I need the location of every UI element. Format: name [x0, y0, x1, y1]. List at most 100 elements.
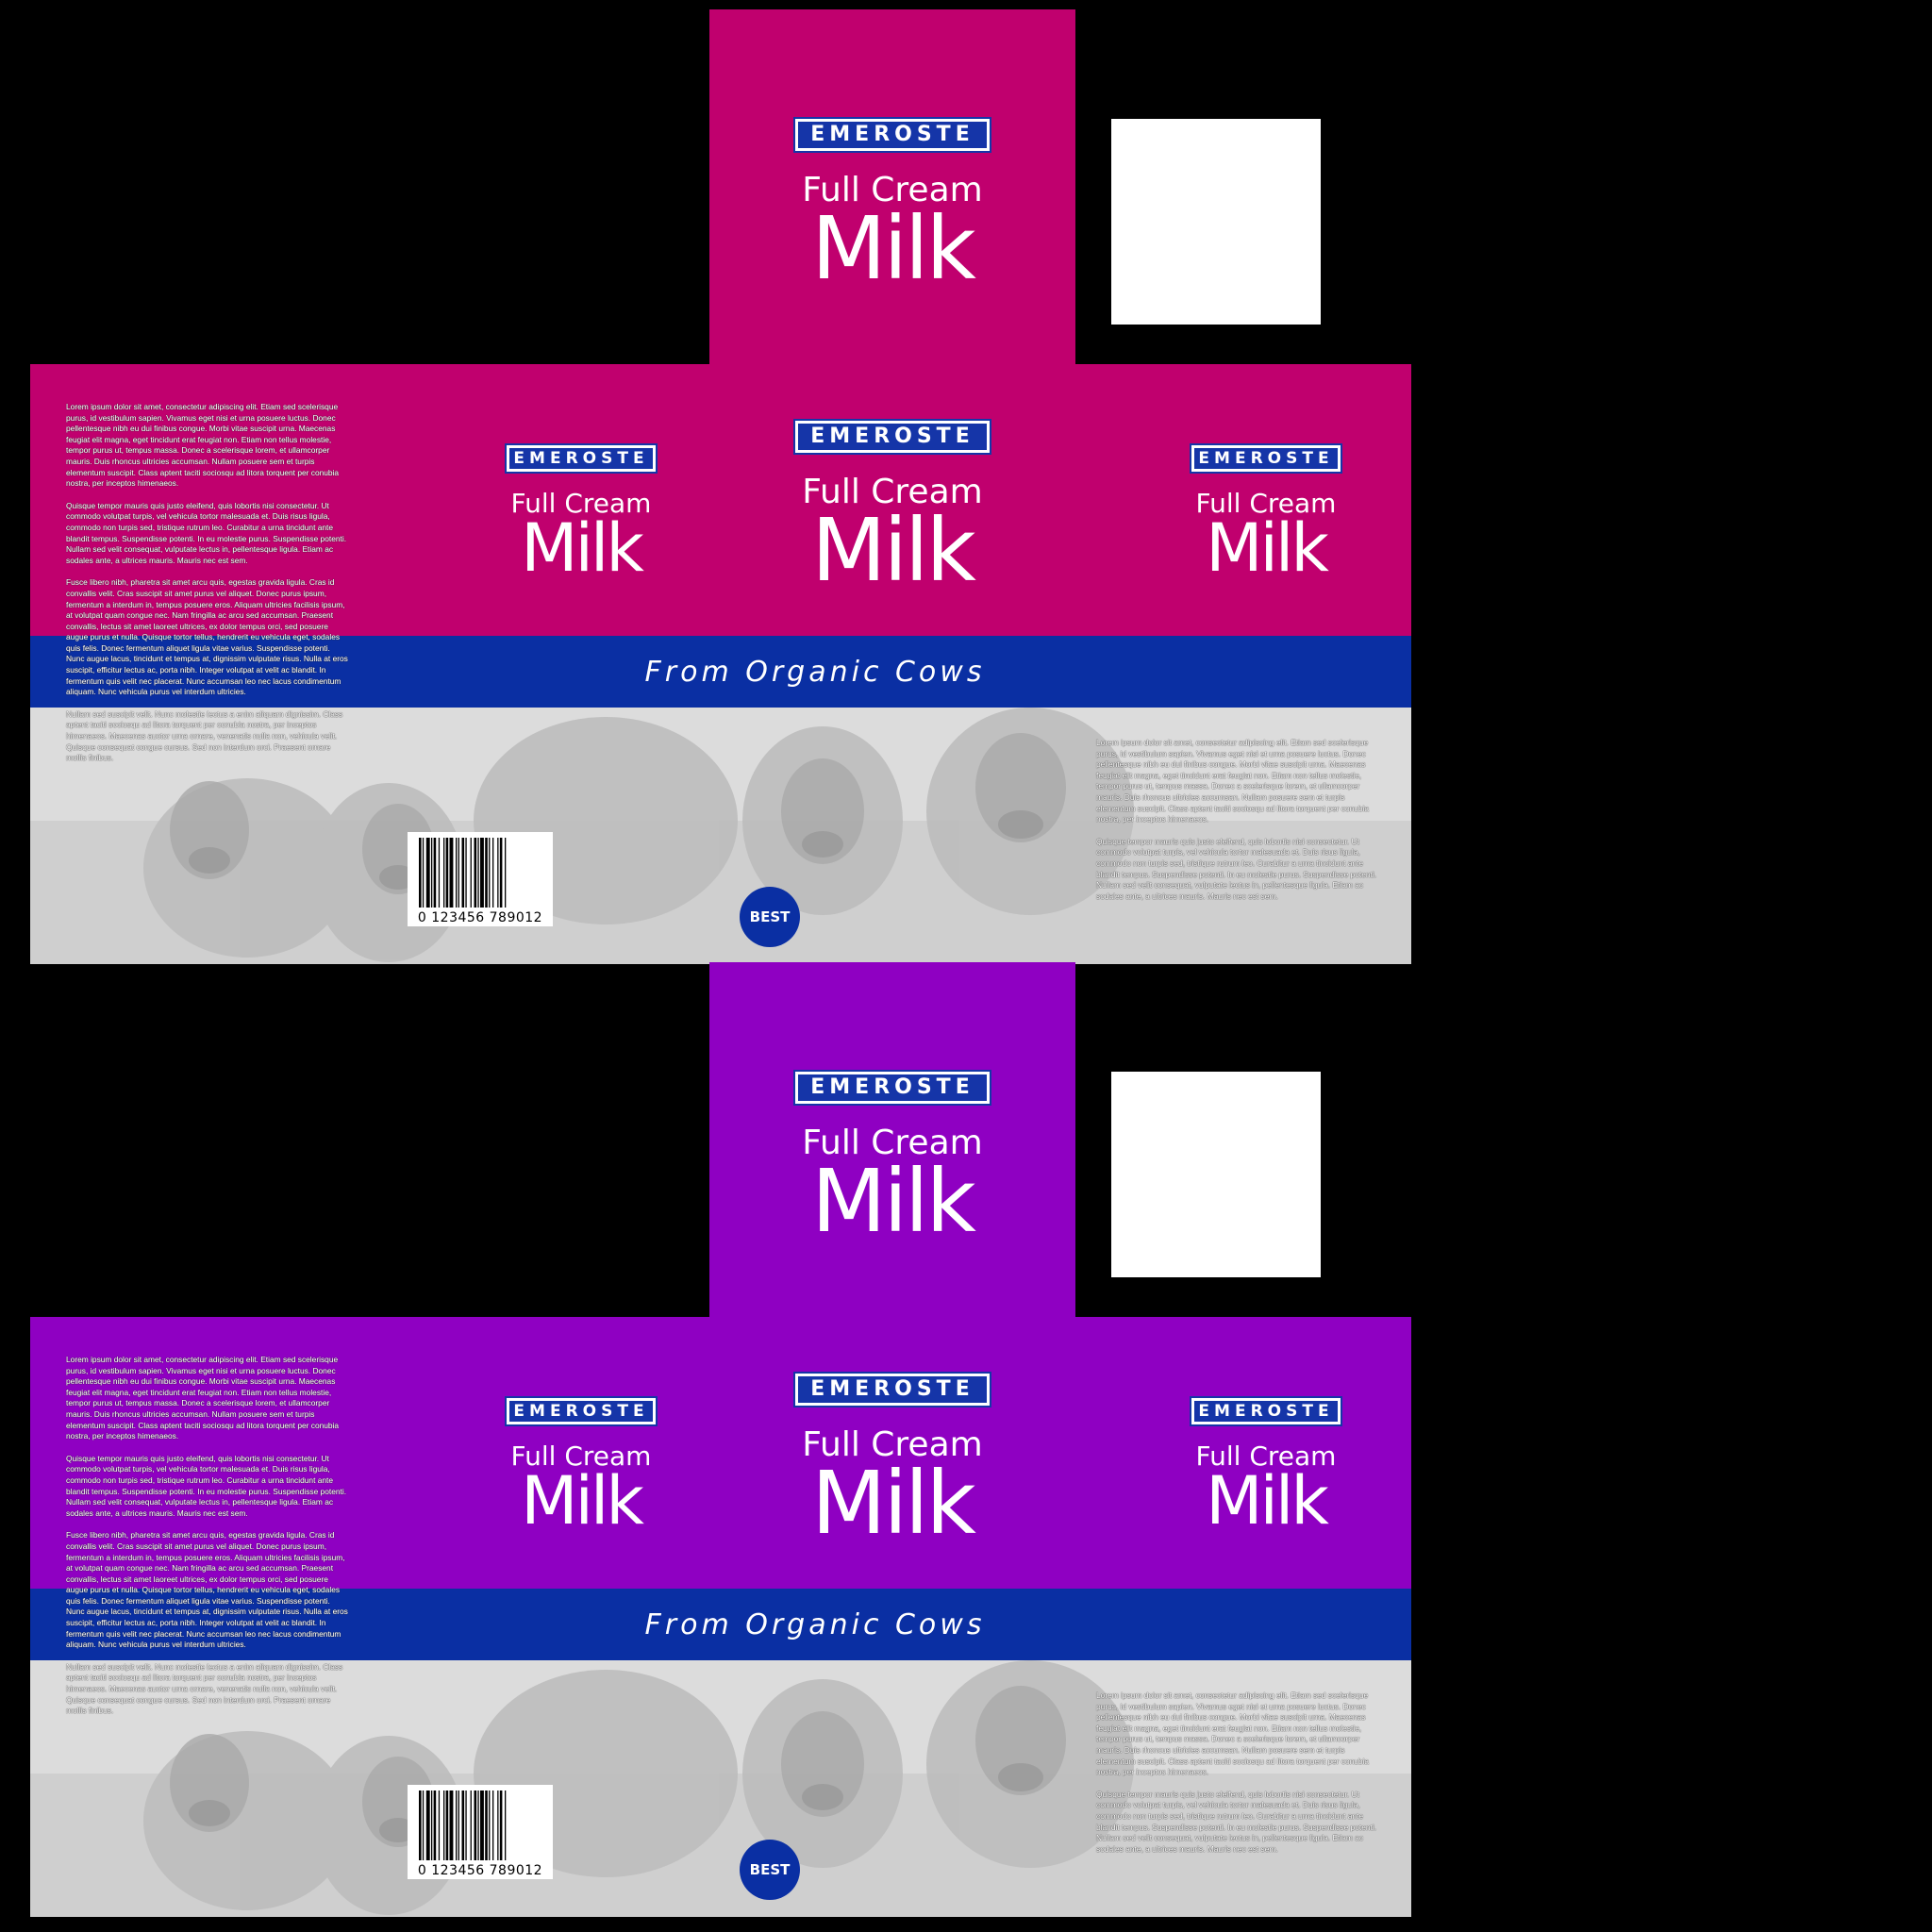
barcode-bar [431, 838, 433, 908]
barcode-bar [438, 1790, 441, 1860]
barcode-bar [465, 838, 467, 908]
side-panel-text: Lorem ipsum dolor sit amet, consectetur … [66, 1355, 349, 1728]
side-paragraph: Fusce libero nibh, pharetra sit amet arc… [66, 577, 348, 697]
barcode-bar [497, 838, 499, 908]
barcode-bar [449, 1790, 454, 1860]
product-line-milk: Milk [1206, 509, 1329, 587]
front-right-brand: EMEROSTE Full Cream Milk [1153, 443, 1379, 587]
barcode-bar [477, 1790, 479, 1860]
front-left-brand: EMEROSTE Full Cream Milk [468, 1396, 694, 1540]
barcode-bar [443, 1790, 445, 1860]
front-left-brand: EMEROSTE Full Cream Milk [468, 443, 694, 587]
barcode-bar [499, 1790, 503, 1860]
side-paragraph: Fusce libero nibh, pharetra sit amet arc… [66, 1530, 348, 1650]
barcode-bar [492, 1790, 494, 1860]
barcode-bar [480, 1790, 484, 1860]
side-paragraph: Nullam sed suscipit velit. Nunc molestie… [66, 1661, 343, 1716]
main-panel: From Organic Cows Lorem ipsum dolor sit … [30, 1317, 1411, 1917]
brand-logo: EMEROSTE [1190, 1396, 1342, 1426]
barcode-bar [425, 838, 430, 908]
barcode-bar [489, 1790, 491, 1860]
barcode-bar [458, 1790, 459, 1860]
barcode-number: 0 123456 789012 [417, 1863, 543, 1878]
dieline-purple: EMEROSTE Full Cream Milk From Organic Co… [0, 953, 1932, 1919]
dieline-magenta: EMEROSTE Full Cream Milk From Organic Co… [0, 0, 1932, 966]
side-paragraph: Lorem ipsum dolor sit amet, consectetur … [66, 1355, 340, 1441]
product-line-milk: Milk [811, 198, 976, 299]
packaging-dieline-sheet: EMEROSTE Full Cream Milk From Organic Co… [0, 0, 1932, 1932]
barcode-bar [470, 838, 472, 908]
barcode: 0 123456 789012 [408, 1785, 553, 1879]
barcode-bar [474, 1790, 477, 1860]
brand-logo: EMEROSTE [793, 1070, 991, 1106]
product-line-milk: Milk [811, 1453, 976, 1554]
barcode-bar [505, 838, 507, 908]
barcode-bar [497, 1790, 499, 1860]
barcode-bars [419, 838, 507, 908]
brand-logo: EMEROSTE [505, 443, 658, 474]
barcode-bar [461, 838, 465, 908]
barcode-bar [438, 838, 441, 908]
barcode-bar [465, 1790, 467, 1860]
barcode-bar [449, 838, 454, 908]
barcode-bar [458, 838, 459, 908]
barcode-bar [480, 838, 484, 908]
barcode-bar [456, 838, 458, 908]
side-panel-text: Lorem ipsum dolor sit amet, consectetur … [66, 402, 349, 775]
brand-logo: EMEROSTE [793, 419, 991, 455]
side-paragraph: Lorem ipsum dolor sit amet, consectetur … [66, 402, 340, 489]
front-center-brand: EMEROSTE Full Cream Milk [709, 1372, 1075, 1554]
barcode-bar [433, 1790, 437, 1860]
right-paragraph: Lorem ipsum dolor sit amet, consectetur … [1096, 1690, 1370, 1777]
top-flap: EMEROSTE Full Cream Milk [709, 9, 1075, 364]
barcode-bar [461, 1790, 465, 1860]
side-paragraph: Quisque tempor mauris quis justo eleifen… [66, 500, 347, 565]
barcode-bar [419, 1790, 422, 1860]
barcode-bar [443, 838, 445, 908]
right-paragraph: Lorem ipsum dolor sit amet, consectetur … [1096, 738, 1370, 824]
side-paragraph: Nullam sed suscipit velit. Nunc molestie… [66, 708, 343, 763]
brand-logo: EMEROSTE [505, 1396, 658, 1426]
barcode-bar [445, 1790, 449, 1860]
barcode-bar [492, 838, 494, 908]
front-center-brand: EMEROSTE Full Cream Milk [709, 419, 1075, 601]
product-line-milk: Milk [811, 1151, 976, 1252]
main-panel: From Organic Cows Lorem ipsum dolor sit … [30, 364, 1411, 964]
brand-logo: EMEROSTE [793, 117, 991, 153]
right-paragraph: Quisque tempor mauris quis justo eleifen… [1096, 836, 1377, 901]
barcode-bar [419, 838, 422, 908]
barcode-bar [470, 1790, 472, 1860]
barcode-bar [431, 1790, 433, 1860]
barcode-bar [456, 1790, 458, 1860]
best-badge: BEST [740, 1840, 800, 1900]
barcode: 0 123456 789012 [408, 832, 553, 926]
right-paragraph: Quisque tempor mauris quis justo eleifen… [1096, 1789, 1377, 1854]
barcode-bars [419, 1790, 507, 1860]
top-flap: EMEROSTE Full Cream Milk [709, 962, 1075, 1317]
right-panel-text: Lorem ipsum dolor sit amet, consectetur … [1096, 738, 1379, 913]
brand-logo: EMEROSTE [1190, 443, 1342, 474]
barcode-bar [474, 838, 477, 908]
side-paragraph: Quisque tempor mauris quis justo eleifen… [66, 1453, 347, 1518]
right-panel-text: Lorem ipsum dolor sit amet, consectetur … [1096, 1690, 1379, 1866]
top-flap-brand: EMEROSTE Full Cream Milk [709, 117, 1075, 299]
barcode-bar [422, 838, 425, 908]
barcode-bar [425, 1790, 430, 1860]
front-right-brand: EMEROSTE Full Cream Milk [1153, 1396, 1379, 1540]
barcode-bar [433, 838, 437, 908]
white-glue-panel [1111, 1072, 1321, 1277]
best-badge: BEST [740, 887, 800, 947]
barcode-number: 0 123456 789012 [417, 910, 543, 925]
barcode-bar [485, 1790, 488, 1860]
barcode-bar [485, 838, 488, 908]
top-flap-brand: EMEROSTE Full Cream Milk [709, 1070, 1075, 1252]
barcode-bar [489, 838, 491, 908]
product-line-milk: Milk [521, 1462, 644, 1540]
white-glue-panel [1111, 119, 1321, 325]
product-line-milk: Milk [811, 500, 976, 601]
product-line-milk: Milk [521, 509, 644, 587]
barcode-bar [445, 838, 449, 908]
barcode-bar [499, 838, 503, 908]
barcode-bar [422, 1790, 425, 1860]
product-line-milk: Milk [1206, 1462, 1329, 1540]
